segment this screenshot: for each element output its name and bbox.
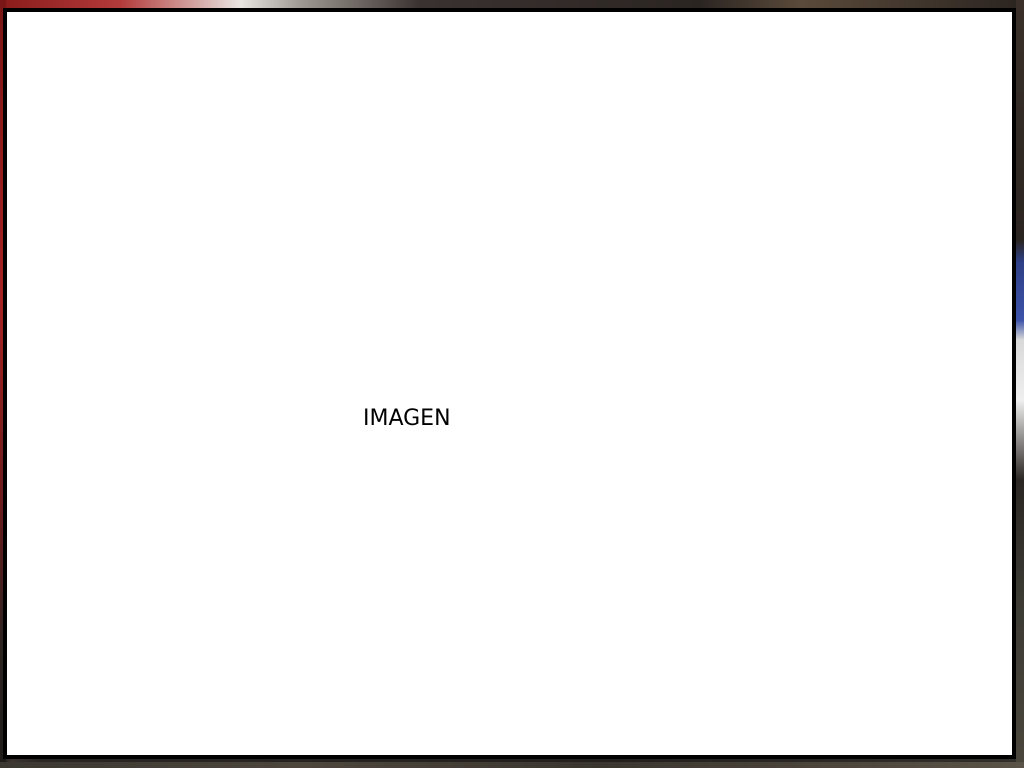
screen: IMAGEN — [0, 0, 1024, 768]
background-photo-bottom-strip — [0, 762, 1024, 768]
background-photo-right-strip — [1016, 0, 1024, 768]
image-placeholder-label: IMAGEN — [363, 406, 451, 431]
image-placeholder-frame: IMAGEN — [3, 8, 1016, 759]
